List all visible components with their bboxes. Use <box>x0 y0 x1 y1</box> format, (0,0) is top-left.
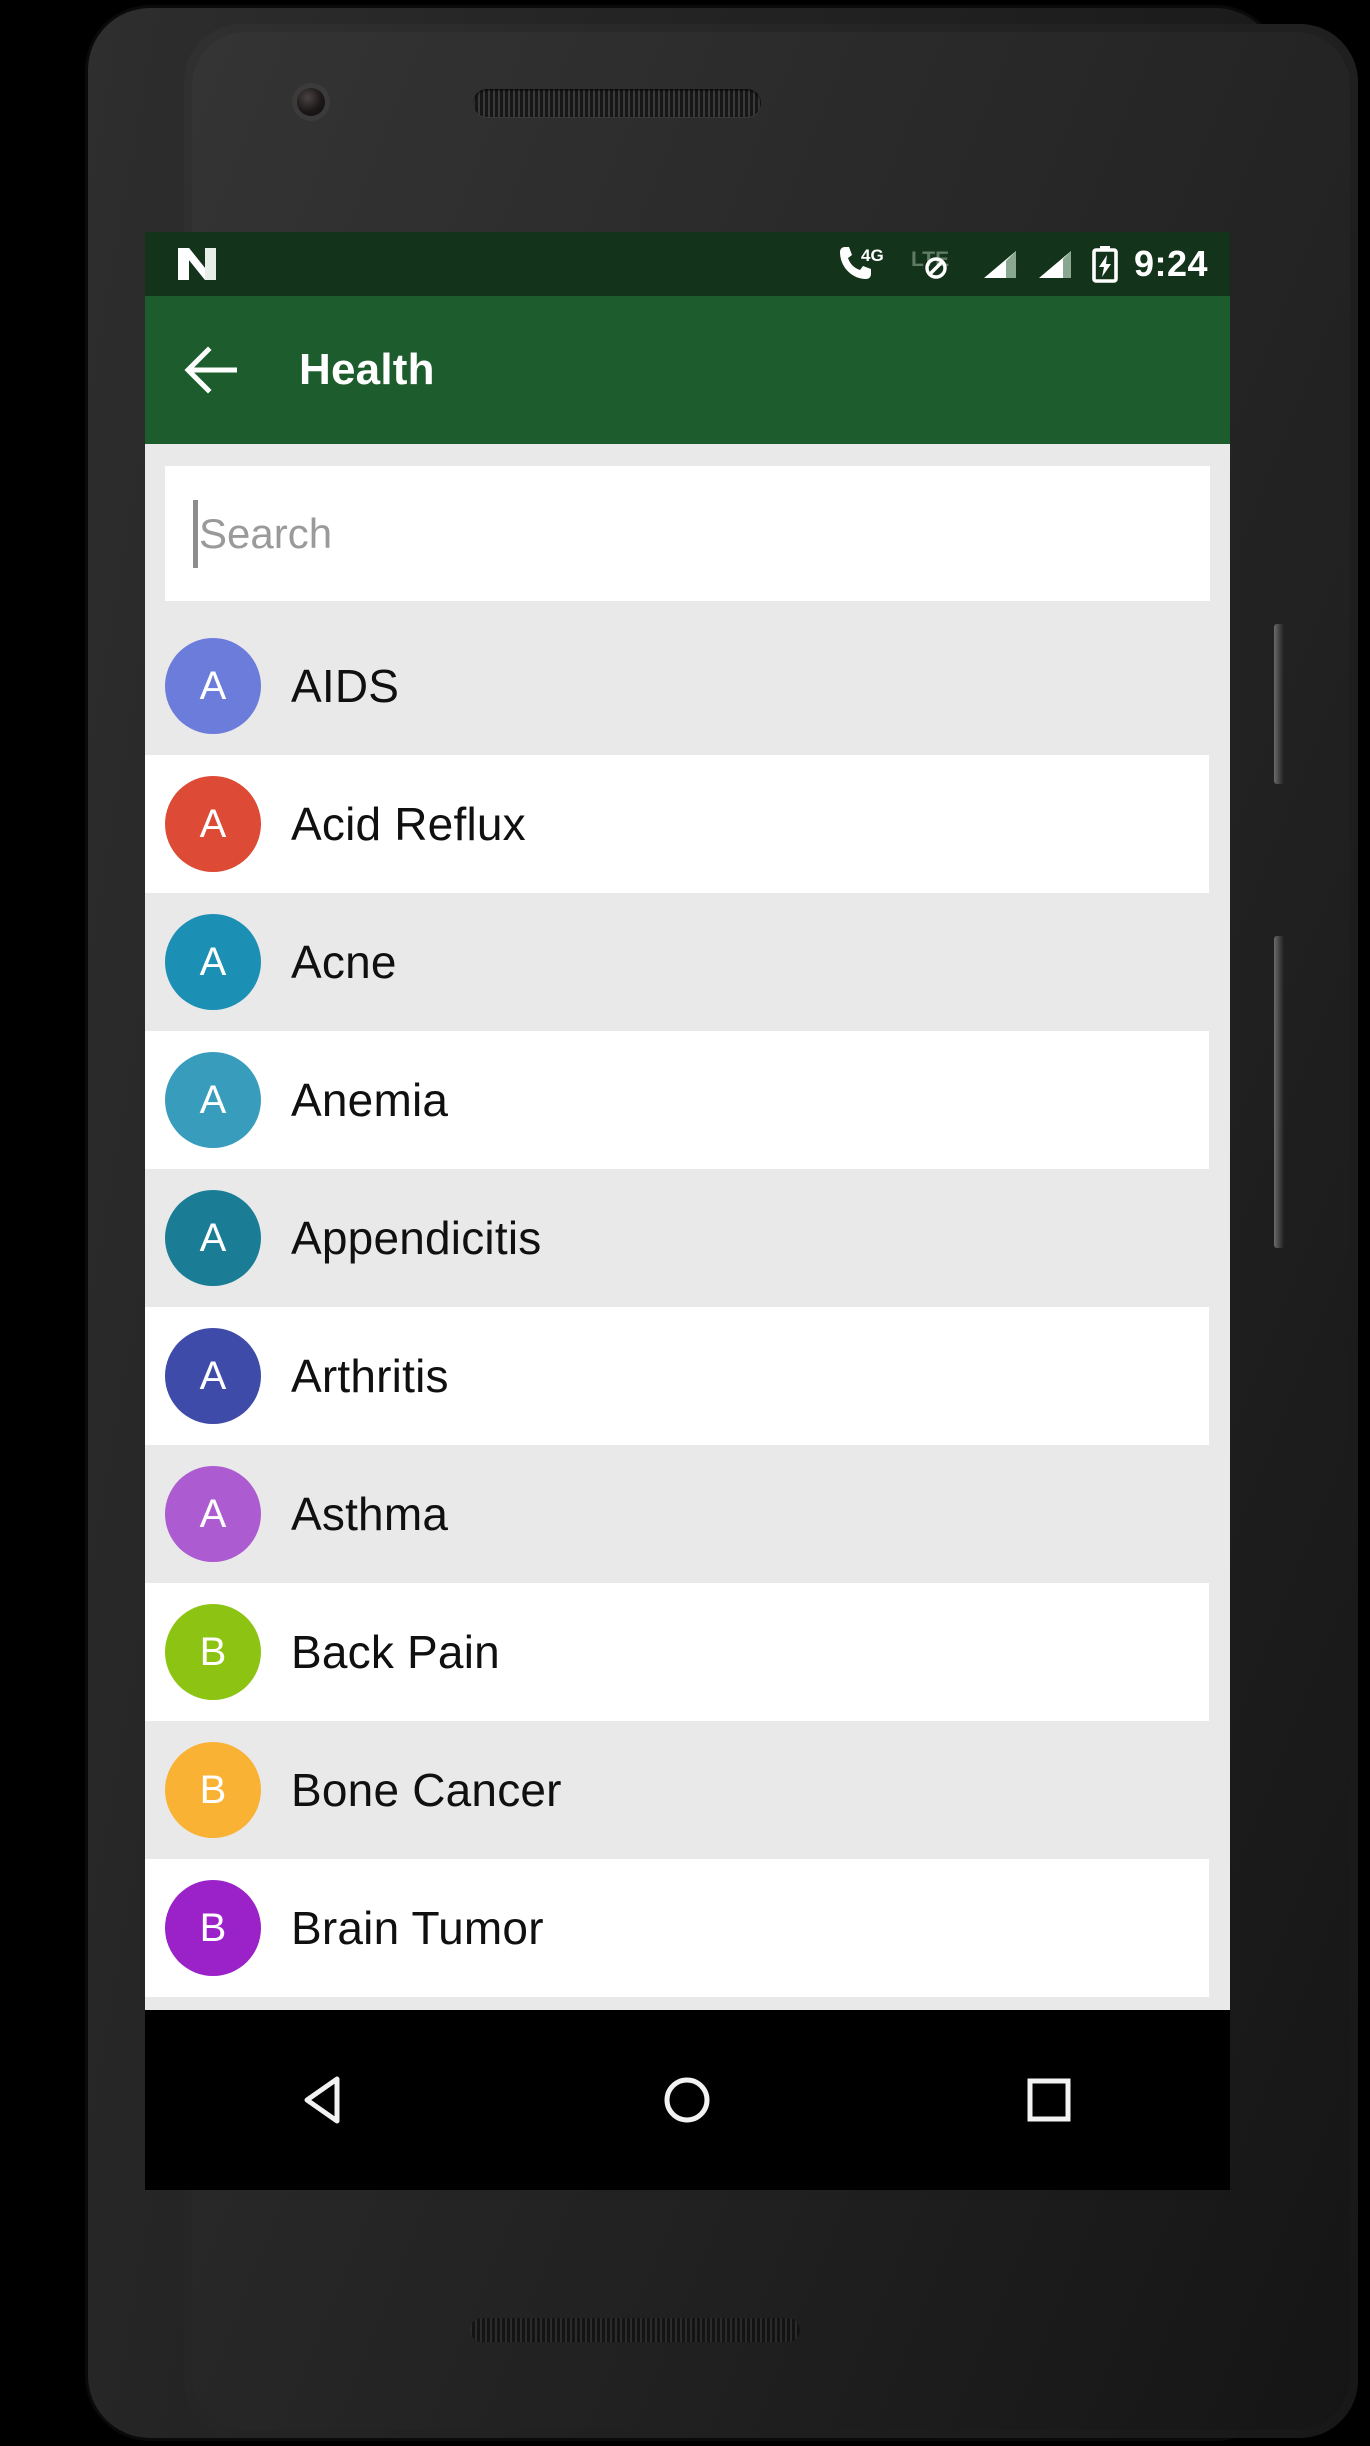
list-item-label: Bone Cancer <box>291 1764 562 1816</box>
status-bar: 4G LTE 9:24 <box>145 232 1230 296</box>
list-item-label: Back Pain <box>291 1626 500 1678</box>
avatar: A <box>165 638 261 734</box>
square-recents-icon <box>1027 2078 1071 2122</box>
list-item[interactable]: B Back Pain <box>145 1583 1209 1721</box>
android-nougat-logo-icon <box>178 248 216 280</box>
list-item[interactable]: A Arthritis <box>145 1307 1209 1445</box>
phone-screen: 4G LTE 9:24 Health Search A AIDS A Acid … <box>145 232 1230 2190</box>
earpiece-speaker-icon <box>473 89 761 117</box>
avatar: A <box>165 1466 261 1562</box>
list-item-label: Anemia <box>291 1074 449 1126</box>
text-cursor <box>193 499 198 568</box>
phone-4g-icon: 4G <box>839 246 884 279</box>
bottom-speaker-icon <box>470 2318 800 2342</box>
page-title: Health <box>299 345 435 394</box>
signal-bars-sim2-icon <box>1038 251 1071 278</box>
list-item-label: AIDS <box>291 660 400 712</box>
list-item-label: Appendicitis <box>291 1212 542 1264</box>
list-item-label: Acne <box>291 936 397 988</box>
arrow-back-icon <box>184 346 237 394</box>
avatar: A <box>165 1052 261 1148</box>
search-input[interactable] <box>199 509 1210 558</box>
avatar: B <box>165 1880 261 1976</box>
triangle-back-icon <box>304 2076 340 2124</box>
front-camera-icon <box>297 88 325 116</box>
content-area: A AIDS A Acid Reflux A Acne A Anemia A Appendicit… <box>145 444 1230 2190</box>
avatar: A <box>165 914 261 1010</box>
power-button[interactable] <box>1274 624 1284 784</box>
list-item[interactable]: B Brain Tumor <box>145 1859 1209 1997</box>
search-field-container[interactable] <box>165 466 1210 601</box>
avatar: A <box>165 1328 261 1424</box>
signal-bars-sim1-icon <box>983 251 1016 278</box>
android-navigation-bar <box>145 2010 1230 2190</box>
list-item-label: Arthritis <box>291 1350 449 1402</box>
battery-charging-icon <box>1092 246 1118 283</box>
app-bar: Health <box>145 296 1230 444</box>
lte-disabled-icon: LTE <box>911 248 949 279</box>
avatar: A <box>165 776 261 872</box>
list-item[interactable]: A Acid Reflux <box>145 755 1209 893</box>
avatar: B <box>165 1604 261 1700</box>
avatar: B <box>165 1742 261 1838</box>
list-item[interactable]: A Appendicitis <box>145 1169 1230 1307</box>
nav-back-button[interactable] <box>251 2045 401 2155</box>
back-navigation-button[interactable] <box>175 332 251 408</box>
list-item-label: Brain Tumor <box>291 1902 544 1954</box>
nav-recents-button[interactable] <box>974 2045 1124 2155</box>
svg-text:4G: 4G <box>861 246 884 265</box>
circle-home-icon <box>664 2077 710 2123</box>
list-item-label: Acid Reflux <box>291 798 526 850</box>
list-item[interactable]: A Acne <box>145 893 1230 1031</box>
disease-list: A AIDS A Acid Reflux A Acne A Anemia A Appendicit… <box>145 617 1230 1997</box>
status-bar-icons: 4G LTE <box>836 244 1120 284</box>
status-bar-clock: 9:24 <box>1133 243 1208 284</box>
avatar: A <box>165 1190 261 1286</box>
volume-rocker-button[interactable] <box>1274 936 1284 1248</box>
list-item[interactable]: B Bone Cancer <box>145 1721 1230 1859</box>
list-item[interactable]: A Asthma <box>145 1445 1230 1583</box>
nav-home-button[interactable] <box>612 2045 762 2155</box>
list-item[interactable]: A AIDS <box>145 617 1230 755</box>
list-item[interactable]: A Anemia <box>145 1031 1209 1169</box>
list-item-label: Asthma <box>291 1488 449 1540</box>
